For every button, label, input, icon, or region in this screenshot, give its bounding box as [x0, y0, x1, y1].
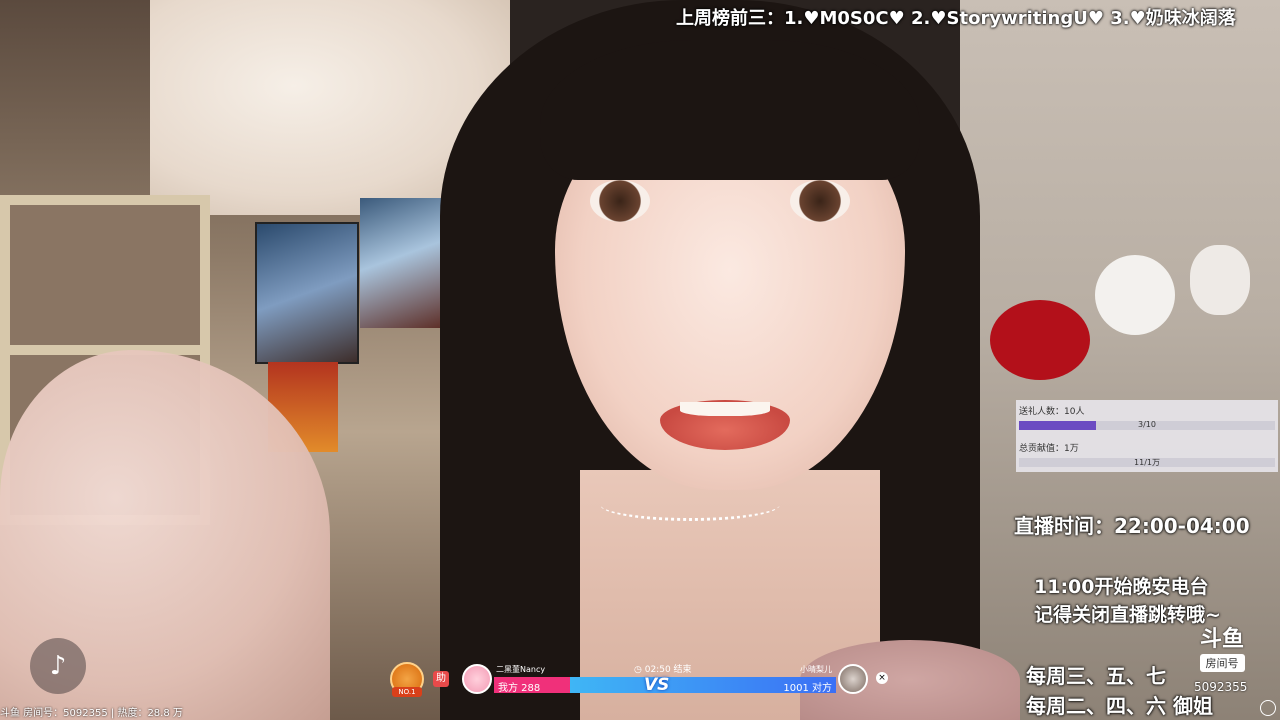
- weekly-top-ranking: 上周榜前三：1.♥M0S0C♥ 2.♥StorywritingU♥ 3.♥奶味冰…: [676, 8, 1236, 29]
- opponent-anchor-avatar[interactable]: [838, 664, 868, 694]
- own-score-fill: 我方 288: [494, 677, 571, 694]
- senders-progress-bar: 3/10: [1019, 420, 1275, 430]
- background-poster: [255, 222, 359, 364]
- own-score: 我方 288: [498, 683, 541, 694]
- senders-label: 送礼人数：10人: [1019, 407, 1085, 417]
- douyu-room-badge: 房间号: [1199, 654, 1245, 672]
- own-anchor-avatar[interactable]: [462, 664, 492, 694]
- contribution-label: 总贡献值：1万: [1019, 444, 1079, 454]
- background-plush: [1190, 245, 1250, 315]
- opponent-score: 1001 对方: [783, 683, 832, 694]
- close-icon[interactable]: ×: [876, 672, 888, 684]
- streamer-teeth: [680, 402, 770, 416]
- opponent-score-fill: 1001 对方: [570, 677, 836, 694]
- douyu-logo: 斗鱼 房间号: [1186, 628, 1258, 676]
- pk-score-bar: 我方 288 1001 对方 VS: [494, 675, 836, 695]
- douyu-logo-text: 斗鱼: [1199, 627, 1244, 652]
- streamer-bangs: [540, 40, 920, 180]
- background-poster: [360, 198, 448, 328]
- streamer-eye: [590, 180, 650, 222]
- weekly-schedule-line1: 每周三、五、七: [1026, 664, 1166, 688]
- gift-goal-panel: 送礼人数：10人 3/10 总贡献值：1万 11/1万: [1016, 400, 1278, 472]
- streamer-choker: [600, 488, 780, 521]
- background-plush: [990, 300, 1090, 380]
- tiktok-icon[interactable]: ♪: [30, 638, 86, 694]
- clock-icon: ◷: [634, 665, 642, 675]
- own-anchor-name: 二黑董Nancy: [496, 665, 546, 674]
- streamer-eye: [790, 180, 850, 222]
- room-number-overlay: 5092355: [1194, 680, 1248, 694]
- weekly-schedule-line2: 每周二、四、六 御姐: [1026, 694, 1213, 718]
- radio-notice-line2: 记得关闭直播跳转哦~: [1034, 604, 1221, 626]
- rank-label: NO.1: [392, 687, 422, 697]
- pk-timer: ◷ 02:50 结束: [634, 662, 692, 675]
- senders-progress-text: 3/10: [1138, 420, 1156, 429]
- background-plush: [1095, 255, 1175, 335]
- contribution-progress-bar: 11/1万: [1019, 458, 1275, 467]
- circle-control-icon[interactable]: [1260, 700, 1276, 716]
- vs-label: VS: [644, 675, 670, 695]
- pk-timer-text: 02:50 结束: [644, 665, 692, 675]
- radio-notice-line1: 11:00开始晚安电台: [1034, 576, 1209, 598]
- room-status-bar: 斗鱼 房间号：5092355 | 热度：28.8 万: [0, 708, 183, 719]
- opponent-anchor-name: 小晴梨儿: [800, 665, 832, 674]
- live-time-text: 直播时间：22:00-04:00: [1014, 514, 1250, 538]
- contribution-progress-text: 11/1万: [1134, 458, 1160, 467]
- assist-button[interactable]: 助: [433, 671, 449, 687]
- pk-battle-bar: NO.1 助 二黑董Nancy ◷ 02:50 结束 小晴梨儿 × 我方 288…: [390, 660, 890, 700]
